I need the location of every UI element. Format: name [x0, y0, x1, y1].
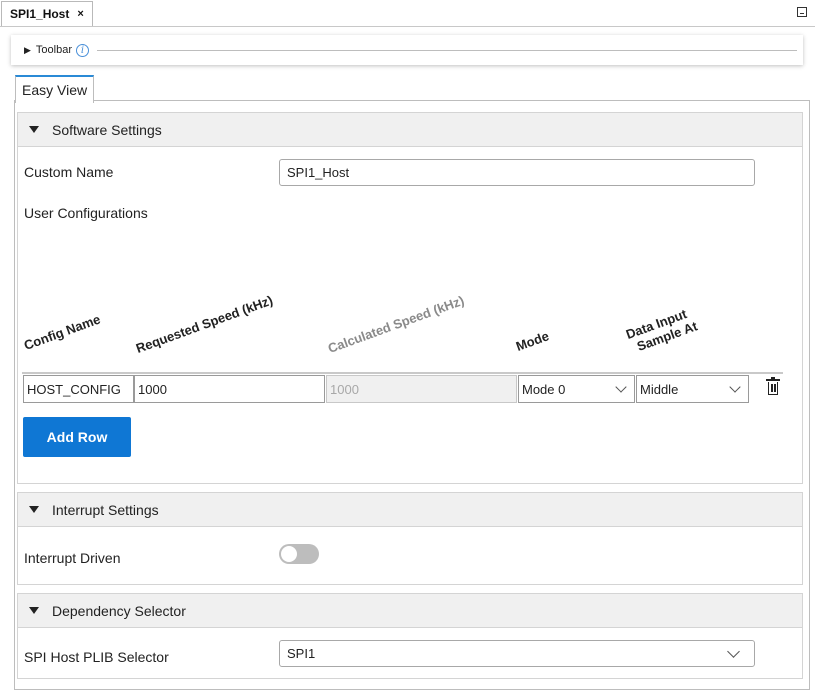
chevron-down-icon: [729, 381, 741, 393]
minimize-icon[interactable]: [797, 7, 807, 17]
expand-toolbar-icon[interactable]: ▶: [24, 45, 31, 56]
interrupt-settings-header[interactable]: Interrupt Settings: [18, 493, 802, 527]
config-name-cell[interactable]: HOST_CONFIG: [23, 375, 134, 403]
document-tab-bar: SPI1_Host ×: [0, 0, 815, 27]
caret-down-icon: [29, 126, 39, 133]
sample-at-select[interactable]: Middle: [636, 375, 749, 403]
toolbar: ▶ Toolbar i: [11, 35, 803, 65]
software-settings-section: Software Settings Custom Name SPI1_Host …: [17, 112, 803, 484]
plib-selector-select[interactable]: SPI1: [279, 640, 755, 667]
tab-easy-view-label: Easy View: [22, 82, 88, 98]
tab-easy-view[interactable]: Easy View: [15, 75, 95, 103]
custom-name-label: Custom Name: [24, 164, 114, 180]
software-settings-title: Software Settings: [52, 121, 162, 138]
toolbar-label[interactable]: Toolbar: [36, 44, 72, 56]
interrupt-driven-label: Interrupt Driven: [24, 550, 121, 566]
calculated-speed-cell: 1000: [326, 375, 517, 403]
chevron-down-icon: [615, 381, 627, 393]
chevron-down-icon: [727, 645, 740, 658]
add-row-button[interactable]: Add Row: [23, 417, 131, 457]
software-settings-header[interactable]: Software Settings: [18, 113, 802, 147]
plib-selector-value: SPI1: [287, 646, 316, 661]
dependency-selector-header[interactable]: Dependency Selector: [18, 594, 802, 628]
document-tab[interactable]: SPI1_Host ×: [1, 1, 93, 26]
dependency-selector-title: Dependency Selector: [52, 602, 186, 619]
interrupt-settings-section: Interrupt Settings Interrupt Driven: [17, 492, 803, 585]
mode-select-value: Mode 0: [522, 381, 566, 397]
interrupt-driven-toggle[interactable]: [279, 544, 319, 564]
toggle-knob: [281, 546, 297, 562]
easy-view-panel: Software Settings Custom Name SPI1_Host …: [14, 100, 810, 690]
user-configurations-label: User Configurations: [24, 205, 148, 221]
interrupt-settings-title: Interrupt Settings: [52, 501, 159, 518]
column-mode: Mode: [513, 328, 551, 354]
caret-down-icon: [29, 607, 39, 614]
info-icon[interactable]: i: [76, 43, 89, 57]
mode-select[interactable]: Mode 0: [518, 375, 635, 403]
close-icon[interactable]: ×: [77, 8, 83, 20]
toolbar-divider: [97, 49, 797, 51]
document-tab-title: SPI1_Host: [10, 7, 70, 21]
column-config-name: Config Name: [21, 311, 103, 353]
caret-down-icon: [29, 506, 39, 513]
trash-icon[interactable]: [766, 377, 780, 396]
table-header-divider: [22, 372, 783, 374]
column-calculated-speed: Calculated Speed (kHz): [325, 292, 467, 356]
plib-selector-label: SPI Host PLIB Selector: [24, 649, 169, 665]
sample-at-select-value: Middle: [640, 381, 679, 397]
dependency-selector-section: Dependency Selector SPI Host PLIB Select…: [17, 593, 803, 679]
column-requested-speed: Requested Speed (kHz): [133, 292, 275, 356]
requested-speed-cell[interactable]: 1000: [134, 375, 325, 403]
custom-name-input[interactable]: SPI1_Host: [279, 159, 755, 186]
